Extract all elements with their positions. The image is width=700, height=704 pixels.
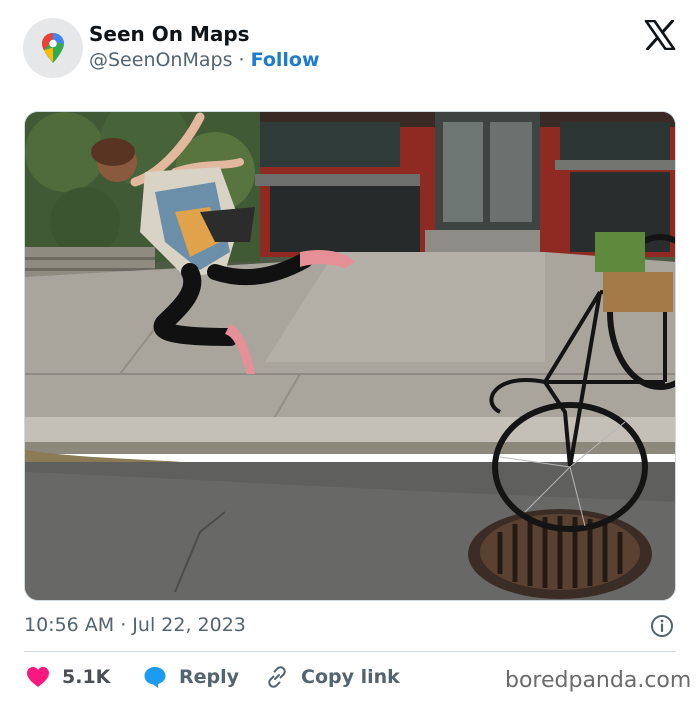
reply-button[interactable]: Reply (143, 662, 239, 692)
separator: · (238, 49, 245, 71)
divider (24, 651, 676, 652)
like-button[interactable]: 5.1K (26, 662, 110, 692)
follow-button[interactable]: Follow (251, 49, 320, 71)
copy-link-label: Copy link (301, 666, 400, 688)
handle-row: @SeenOnMaps · Follow (89, 49, 320, 71)
like-count: 5.1K (62, 666, 111, 688)
heart-icon (26, 665, 50, 689)
maps-pin-icon (42, 33, 64, 63)
tweet-timestamp[interactable]: 10:56 AM · Jul 22, 2023 (24, 614, 246, 636)
watermark: boredpanda.com (505, 668, 692, 693)
user-handle[interactable]: @SeenOnMaps (89, 49, 232, 71)
display-name[interactable]: Seen On Maps (89, 22, 250, 46)
link-icon (265, 665, 289, 689)
avatar[interactable] (23, 18, 83, 78)
reply-bubble-icon (143, 665, 167, 689)
street-scene-photo (25, 112, 675, 600)
x-logo-icon[interactable] (644, 20, 676, 50)
reply-label: Reply (179, 666, 240, 688)
tweet-photo[interactable] (24, 111, 676, 601)
tweet-card: Seen On Maps @SeenOnMaps · Follow 10:56 … (0, 0, 700, 704)
info-icon[interactable] (650, 614, 674, 638)
copy-link-button[interactable]: Copy link (265, 662, 400, 692)
